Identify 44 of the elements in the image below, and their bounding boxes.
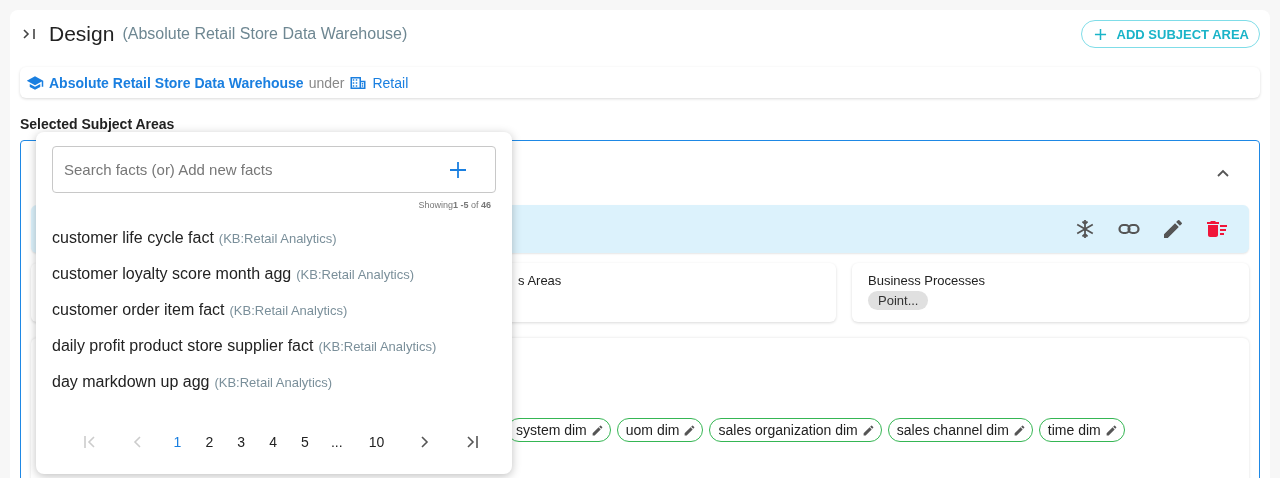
page-button[interactable]: 3 — [225, 430, 258, 454]
page-button[interactable]: 10 — [352, 430, 401, 454]
page-title: Design — [49, 22, 115, 46]
fact-name: customer order item fact — [52, 301, 225, 319]
fact-source: (KB:Retail Analytics) — [229, 302, 348, 318]
pencil-icon[interactable] — [683, 423, 697, 437]
pencil-icon[interactable] — [1161, 217, 1185, 241]
plus-icon[interactable] — [449, 161, 467, 179]
pencil-icon[interactable] — [861, 423, 875, 437]
plus-icon — [1093, 27, 1107, 41]
fact-option[interactable]: customer order item fact (KB:Retail Analytics) — [52, 292, 496, 328]
domain-link[interactable]: Retail — [372, 74, 409, 91]
card-title: s Areas — [518, 273, 563, 288]
warehouse-link[interactable]: Absolute Retail Store Data Warehouse — [49, 74, 304, 91]
fact-source: (KB:Retail Analytics) — [296, 266, 414, 282]
connector-text: under — [308, 74, 345, 91]
last-page-icon — [464, 434, 481, 450]
fact-option[interactable]: daily profit product store supplier fact (KB:Retail Analytics) — [52, 328, 496, 364]
pagination-ellipsis: ... — [329, 433, 344, 452]
fact-source: (KB:Retail Analytics) — [318, 338, 437, 354]
process-chip: Point... — [868, 291, 929, 310]
result-count: Showing1 -5 of 46 — [417, 200, 491, 210]
fact-name: daily profit product store supplier fact — [52, 337, 314, 355]
fact-option[interactable]: customer loyalty score month agg (KB:Retail Analytics) — [52, 256, 496, 292]
pencil-icon[interactable] — [590, 423, 604, 437]
fact-option[interactable]: customer life cycle fact (KB:Retail Analytics) — [52, 220, 496, 256]
card-title: Business Processes — [868, 273, 987, 288]
page-button[interactable]: 4 — [257, 430, 289, 454]
pencil-icon[interactable] — [1104, 423, 1118, 437]
fact-name: customer life cycle fact — [52, 229, 214, 247]
expand-icon[interactable] — [23, 27, 37, 41]
fact-source: (KB:Retail Analytics) — [214, 374, 333, 390]
search-field[interactable]: Search facts (or) Add new facts — [52, 146, 496, 193]
page-button[interactable]: 5 — [289, 430, 321, 454]
fact-name: day markdown up agg — [52, 373, 210, 391]
first-page-icon — [81, 434, 98, 450]
fact-name: customer loyalty score month agg — [52, 265, 292, 283]
fact-option[interactable]: day markdown up agg (KB:Retail Analytics) — [52, 364, 496, 400]
page-button[interactable]: 1 — [161, 430, 194, 454]
fact-source: (KB:Retail Analytics) — [218, 230, 337, 246]
page-subtitle: (Absolute Retail Store Data Warehouse) — [122, 25, 408, 43]
pencil-icon[interactable] — [1012, 423, 1026, 437]
page-button[interactable]: 2 — [193, 430, 226, 454]
section-label: Selected Subject Areas — [20, 116, 176, 132]
